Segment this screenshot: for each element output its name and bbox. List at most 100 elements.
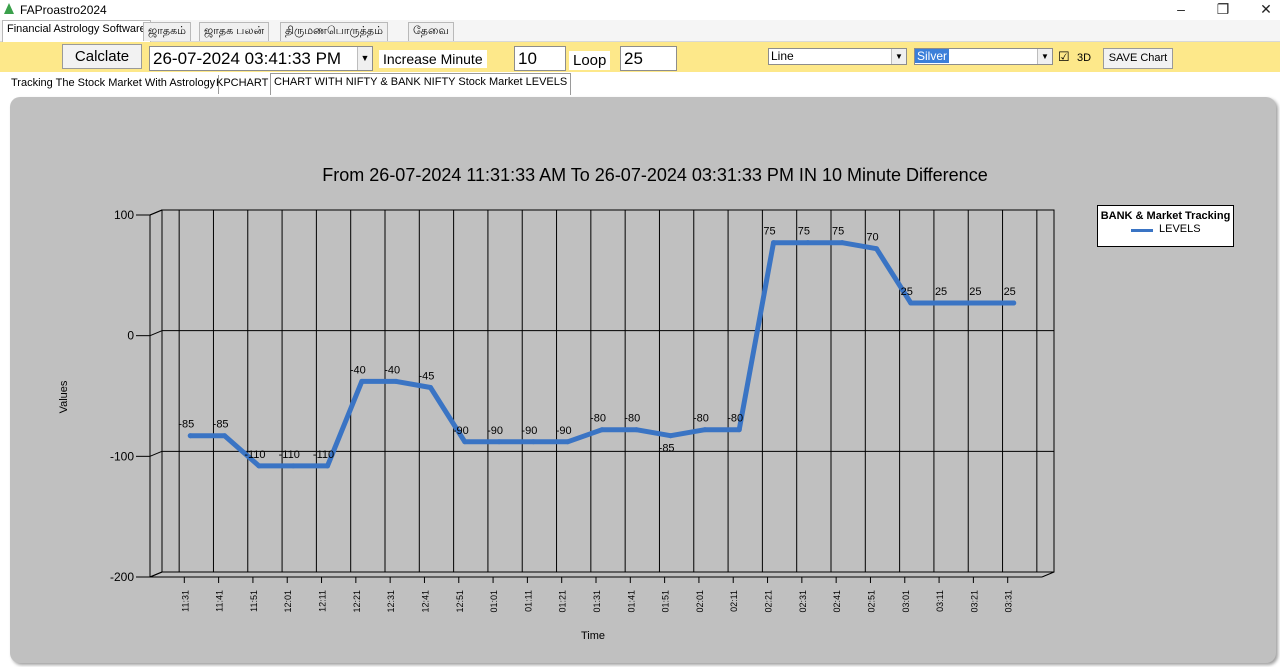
data-label: -85 [213,419,229,431]
data-label: 25 [901,286,913,298]
minute-input[interactable]: 10 [514,46,566,71]
main-tab-strip: Financial Astrology Software ஜாதகம் ஜாதக… [0,20,1280,42]
x-tick-label: 01:21 [558,590,568,613]
app-logo-icon [4,3,14,14]
data-point [462,439,468,445]
x-tick-label: 01:51 [661,590,671,613]
x-tick-label: 12:11 [318,590,328,612]
y-tick-depth [149,330,163,337]
y-tick-label: -100 [110,449,134,463]
x-tick-label: 02:31 [798,590,808,613]
tab-thirumana-porutham[interactable]: திருமணபொருத்தம் [280,22,388,41]
color-select[interactable]: Silver ▼ [914,48,1053,65]
x-tick-label: 02:01 [695,590,705,613]
y-tick-label: 0 [127,329,134,343]
increase-minute-label: Increase Minute [379,50,487,68]
chart-type-select[interactable]: Line ▼ [768,48,907,65]
data-label: -80 [727,413,743,425]
data-label: 75 [763,226,775,238]
data-point [702,427,708,433]
chart-legend: BANK & Market Tracking LEVELS [1097,205,1234,247]
data-label: -40 [350,364,366,376]
restore-button[interactable]: ❐ [1203,0,1243,20]
data-label: -90 [556,425,572,437]
legend-label: LEVELS [1159,223,1201,235]
data-point [736,427,742,433]
data-label: 75 [832,226,844,238]
data-point [222,433,228,439]
y-tick-depth [149,450,163,457]
x-tick-label: 01:01 [489,590,499,613]
x-tick-label: 03:11 [935,590,945,612]
x-tick-label: 01:41 [626,590,636,613]
toolbar: Calclate 26-07-2024 03:41:33 PM ▼ Increa… [0,42,1280,72]
data-point [873,246,879,252]
x-tick-label: 11:51 [249,590,259,612]
x-tick-label: 11:41 [215,590,225,612]
data-label: -90 [453,425,469,437]
plot-back-wall [161,209,1055,573]
data-point [771,240,777,246]
y-tick-label: 100 [114,208,134,222]
data-point [599,427,605,433]
y-tick-depth [149,571,163,578]
tab-kpchart[interactable]: KPCHART [213,75,273,94]
color-value: Silver [915,49,950,63]
data-label: -45 [419,370,435,382]
chevron-down-icon[interactable]: ▼ [891,49,906,64]
data-point [496,439,502,445]
x-tick-label: 11:31 [180,590,190,612]
calculate-button[interactable]: Calclate [62,44,142,69]
minimize-button[interactable]: – [1161,0,1201,20]
data-point [908,300,914,306]
data-point [359,378,365,384]
chevron-down-icon[interactable]: ▼ [1037,49,1052,64]
tab-financial-astrology[interactable]: Financial Astrology Software [2,20,151,42]
data-label: -110 [244,449,265,461]
data-point [565,439,571,445]
loop-input[interactable]: 25 [620,46,677,71]
x-tick-label: 02:21 [764,590,774,613]
x-tick-label: 02:41 [832,590,842,613]
tab-nifty-chart[interactable]: CHART WITH NIFTY & BANK NIFTY Stock Mark… [270,73,572,95]
axis-depth-line [1041,571,1055,578]
x-tick-label: 03:31 [1004,590,1014,613]
data-point [976,300,982,306]
data-point [668,433,674,439]
tab-tracking-stock-market[interactable]: Tracking The Stock Market With Astrology [8,75,220,94]
3d-checkbox[interactable]: ☑ [1058,50,1070,63]
chevron-down-icon[interactable]: ▼ [357,47,372,70]
data-point [427,384,433,390]
y-tick-depth [149,209,163,216]
title-bar: FAProastro2024 – ❐ ✕ [0,0,1280,20]
datetime-picker[interactable]: 26-07-2024 03:41:33 PM ▼ [149,46,373,71]
data-point [805,240,811,246]
data-point [530,439,536,445]
data-label: -85 [178,419,194,431]
tab-jathaga-palan[interactable]: ஜாதக பலன் [199,22,270,41]
chart-panel: 100 0 -100 -200 11:31 11:41 11:51 12:01 12:11 12:… [10,97,1276,663]
3d-label: 3D [1077,52,1092,64]
app-title: FAProastro2024 [20,3,107,17]
data-label: -110 [313,449,334,461]
data-label: -80 [624,413,640,425]
data-point [1011,300,1017,306]
x-tick-label: 12:51 [455,590,465,613]
data-point [256,463,262,469]
close-button[interactable]: ✕ [1246,0,1280,20]
x-tick-label: 03:01 [901,590,911,613]
chart-type-value: Line [771,49,794,63]
data-point [393,378,399,384]
tab-jathagam[interactable]: ஜாதகம் [143,22,191,41]
data-point [187,433,193,439]
x-tick-label: 02:51 [866,590,876,613]
y-axis-label: Values [58,380,70,413]
x-tick-label: 01:11 [523,590,533,612]
data-label: 75 [798,226,810,238]
data-point [290,463,296,469]
x-tick-label: 12:41 [420,590,430,613]
tab-thevai[interactable]: தேவை [408,22,454,41]
save-chart-button[interactable]: SAVE Chart [1103,48,1173,69]
loop-label: Loop [569,51,611,70]
data-point [942,300,948,306]
